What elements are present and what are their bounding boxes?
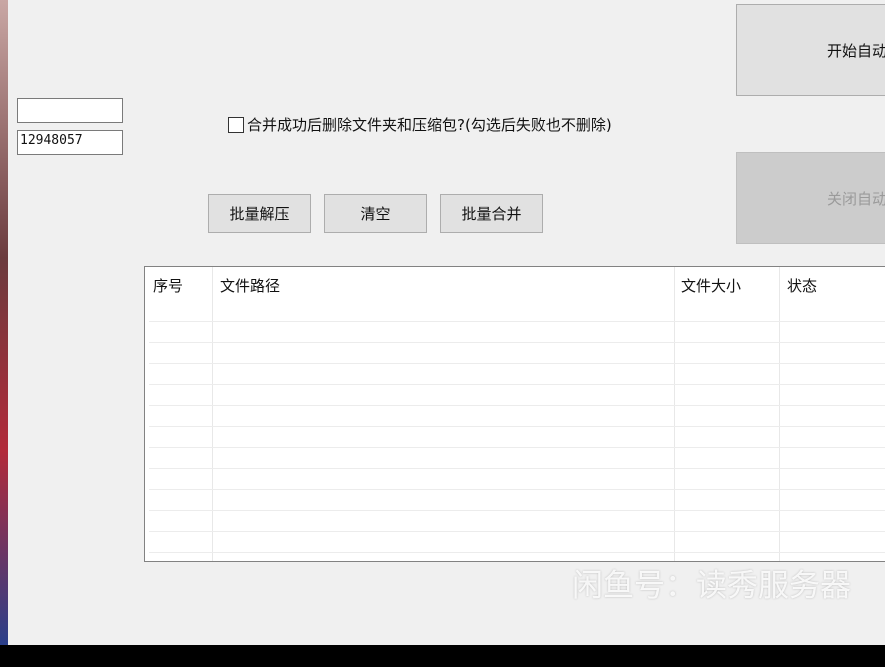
column-divider (212, 267, 213, 561)
column-header-status[interactable]: 状态 (787, 275, 817, 296)
row-gridline (149, 468, 885, 469)
row-gridline (149, 426, 885, 427)
delete-after-merge-checkbox[interactable]: 合并成功后删除文件夹和压缩包?(勾选后失败也不删除) (228, 114, 612, 135)
row-gridline (149, 342, 885, 343)
row-gridline (149, 510, 885, 511)
row-gridline (149, 552, 885, 553)
id-input[interactable]: 12948057 (17, 130, 123, 155)
row-gridline (149, 405, 885, 406)
column-header-size[interactable]: 文件大小 (681, 275, 741, 296)
row-gridline (149, 321, 885, 322)
watermark: 闲鱼号：读秀服务器 (572, 568, 851, 604)
column-header-index[interactable]: 序号 (153, 275, 183, 296)
clear-button[interactable]: 清空 (324, 194, 427, 233)
start-auto-button[interactable]: 开始自动 (736, 4, 885, 96)
column-header-path[interactable]: 文件路径 (220, 275, 280, 296)
row-gridline (149, 363, 885, 364)
batch-extract-button[interactable]: 批量解压 (208, 194, 311, 233)
row-gridline (149, 489, 885, 490)
row-gridline (149, 447, 885, 448)
batch-merge-button[interactable]: 批量合并 (440, 194, 543, 233)
row-gridline (149, 531, 885, 532)
checkbox-box[interactable] (228, 116, 244, 133)
background-photo-edge (0, 0, 8, 645)
column-divider (674, 267, 675, 561)
top-input[interactable] (17, 98, 123, 123)
app-window: 12948057 合并成功后删除文件夹和压缩包?(勾选后失败也不删除) 批量解压… (8, 0, 885, 645)
row-gridline (149, 384, 885, 385)
column-divider (779, 267, 780, 561)
checkbox-label: 合并成功后删除文件夹和压缩包?(勾选后失败也不删除) (247, 116, 612, 134)
stop-auto-button[interactable]: 关闭自动 (736, 152, 885, 244)
file-table[interactable]: 序号 文件路径 文件大小 状态 (144, 266, 885, 562)
